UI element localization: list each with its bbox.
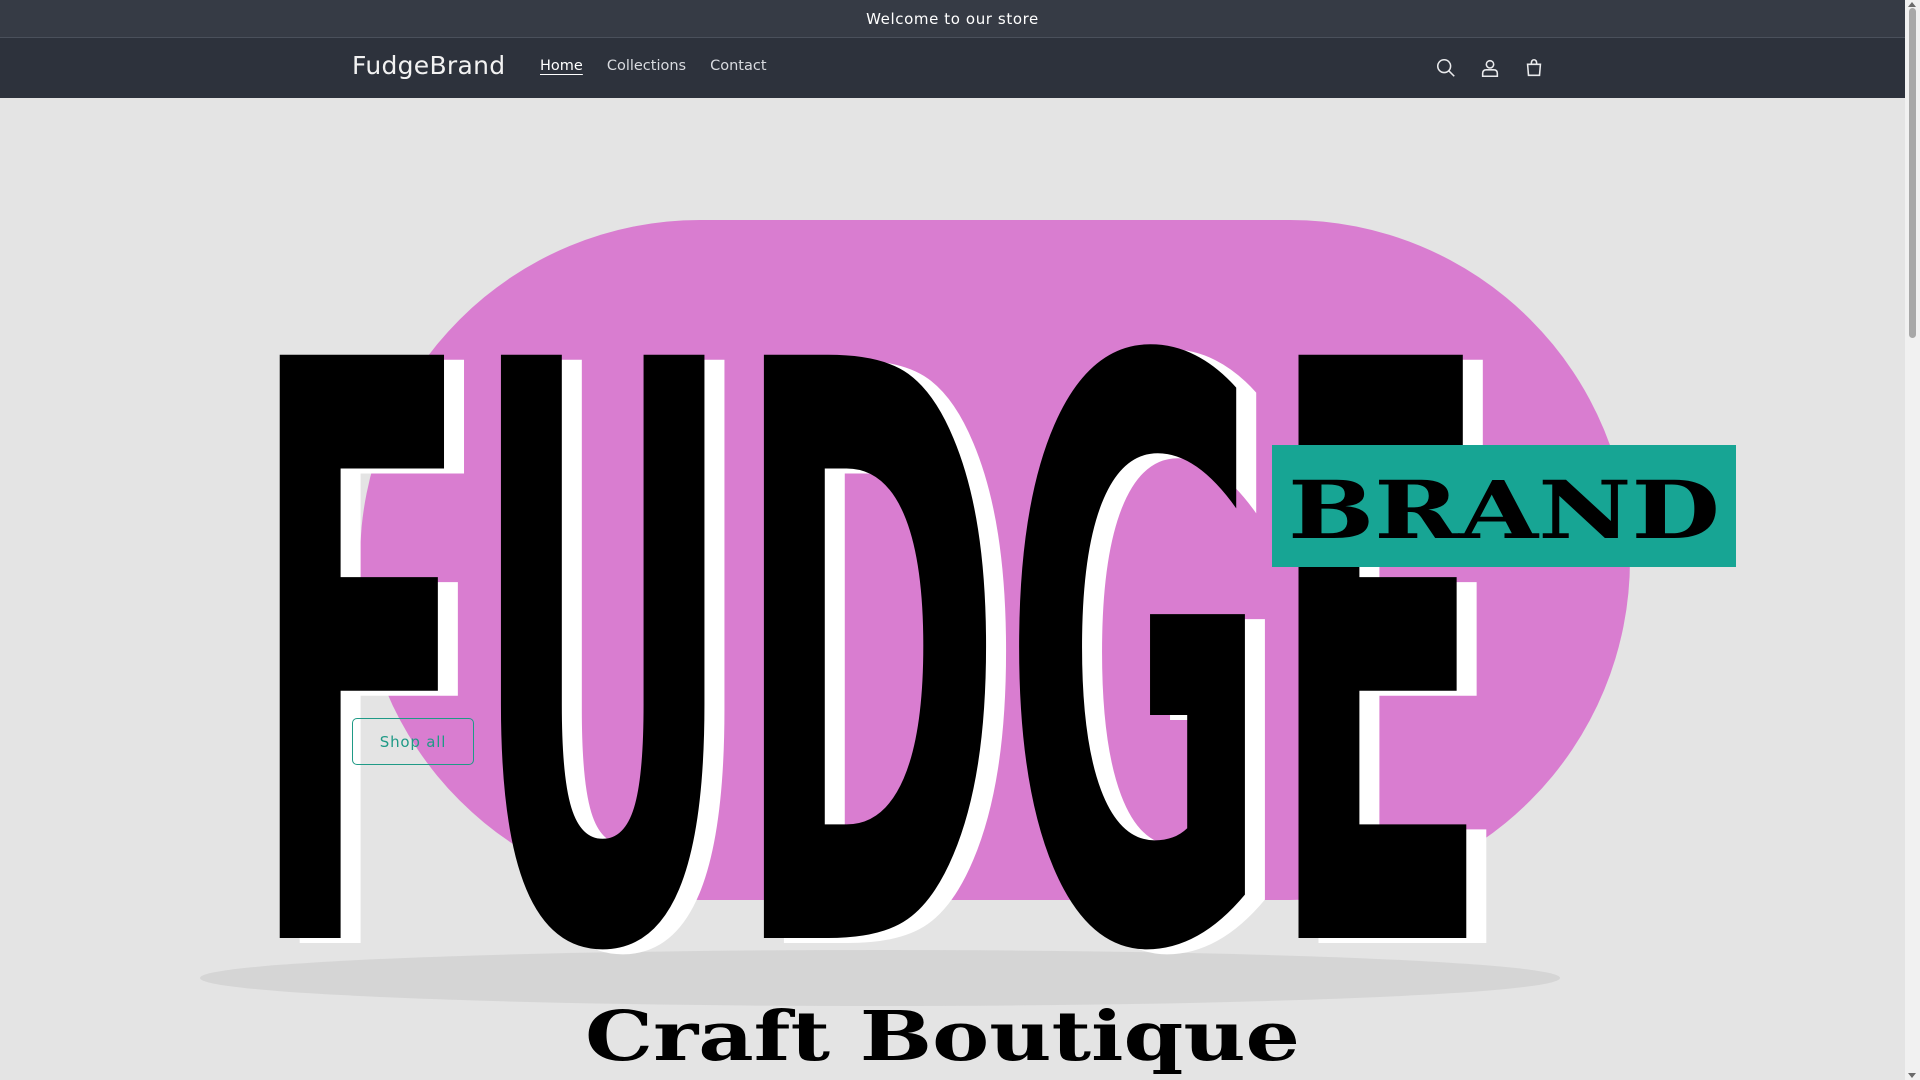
cart-button[interactable] (1520, 54, 1548, 82)
scroll-down-arrow-icon[interactable] (1908, 1073, 1916, 1078)
scroll-thumb[interactable] (1909, 8, 1916, 338)
logo-wordmark: FUDGE (250, 195, 1490, 1080)
page: Welcome to our store FudgeBrand Home Col… (0, 0, 1905, 1080)
cart-icon (1526, 58, 1542, 77)
header-icons (1432, 54, 1548, 82)
account-button[interactable] (1476, 54, 1504, 82)
main-nav: Home Collections Contact (540, 58, 767, 74)
shop-all-button[interactable]: Shop all (352, 718, 474, 765)
brand-badge-text: BRAND (1288, 463, 1720, 557)
site-header: FudgeBrand Home Collections Contact (0, 38, 1905, 98)
hero-logo-image: FUDGE FUDGE BRAND Craft Boutique (200, 195, 1736, 1080)
nav-contact[interactable]: Contact (710, 58, 766, 74)
search-icon (1436, 58, 1455, 77)
nav-collections[interactable]: Collections (607, 58, 686, 74)
store-logo[interactable]: FudgeBrand (352, 51, 505, 80)
announcement-bar: Welcome to our store (0, 0, 1905, 38)
announcement-text: Welcome to our store (866, 9, 1039, 28)
nav-home[interactable]: Home (540, 58, 583, 74)
logo-tagline: Craft Boutique (585, 997, 1300, 1077)
hero-banner: FUDGE FUDGE BRAND Craft Boutique Shop al… (0, 98, 1905, 1080)
scroll-up-arrow-icon[interactable] (1908, 2, 1916, 7)
page-scrollbar[interactable] (1905, 0, 1920, 1080)
account-icon (1481, 59, 1499, 78)
search-button[interactable] (1432, 54, 1460, 82)
